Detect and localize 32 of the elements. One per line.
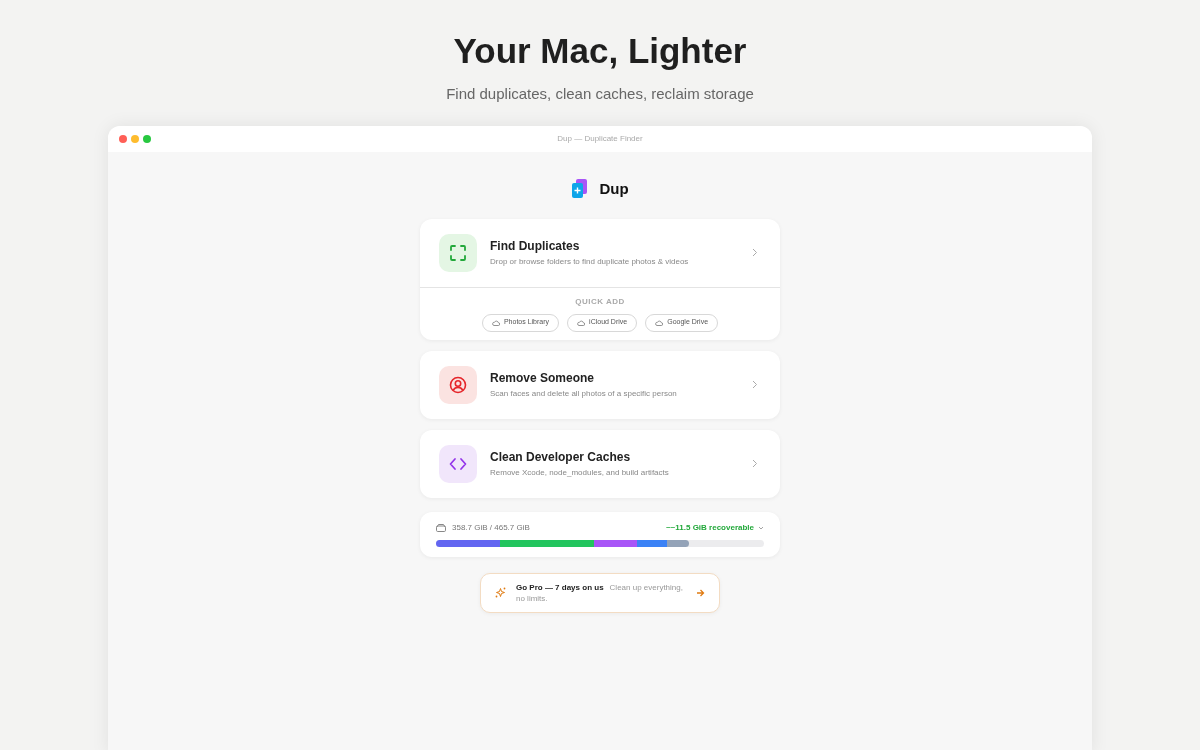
arrow-right-icon xyxy=(696,588,705,597)
chevron-right-icon xyxy=(752,248,758,257)
cloud-icon xyxy=(655,319,664,326)
card-description: Remove Xcode, node_modules, and build artifacts xyxy=(490,467,669,478)
zoom-button[interactable] xyxy=(143,135,151,143)
chevron-down-icon[interactable] xyxy=(758,525,764,530)
hero-title: Your Mac, Lighter xyxy=(453,30,747,72)
close-button[interactable] xyxy=(119,135,127,143)
promo-banner[interactable]: Go Pro — 7 days on us Clean up everything, no limits. xyxy=(480,572,720,613)
app-logo-icon xyxy=(571,179,590,200)
chevron-right-icon xyxy=(752,459,758,468)
drive-icon xyxy=(436,523,446,532)
card-description: Drop or browse folders to find duplicate photos & videos xyxy=(490,256,689,267)
card-description: Scan faces and delete all photos of a specific person xyxy=(490,388,677,399)
storage-usage: 358.7 GiB / 465.7 GiB xyxy=(452,521,530,534)
section-label: QUICK ADD xyxy=(575,295,625,308)
feature-card[interactable]: Remove Someone Scan faces and delete all photos of a specific person xyxy=(420,350,780,419)
feature-card[interactable]: Clean Developer Caches Remove Xcode, node_modules, and build artifacts xyxy=(420,429,780,498)
sparkle-icon xyxy=(495,587,506,598)
promo-text: Go Pro — 7 days on us Clean up everything, no limits. xyxy=(516,581,684,604)
window-title: Dup — Duplicate Finder xyxy=(557,133,643,145)
card-title: Find Duplicates xyxy=(490,238,581,254)
app-name: Dup xyxy=(599,179,629,199)
minimize-button[interactable] xyxy=(131,135,139,143)
card-title: Remove Someone xyxy=(490,370,596,386)
hero-subtitle: Find duplicates, clean caches, reclaim storage xyxy=(446,84,754,104)
chevron-right-icon xyxy=(752,380,758,389)
person-icon xyxy=(449,375,467,394)
cloud-icon xyxy=(577,319,586,326)
cloud-icon xyxy=(491,319,500,326)
card-title: Clean Developer Caches xyxy=(490,449,632,465)
scan-frame-icon xyxy=(449,243,467,262)
